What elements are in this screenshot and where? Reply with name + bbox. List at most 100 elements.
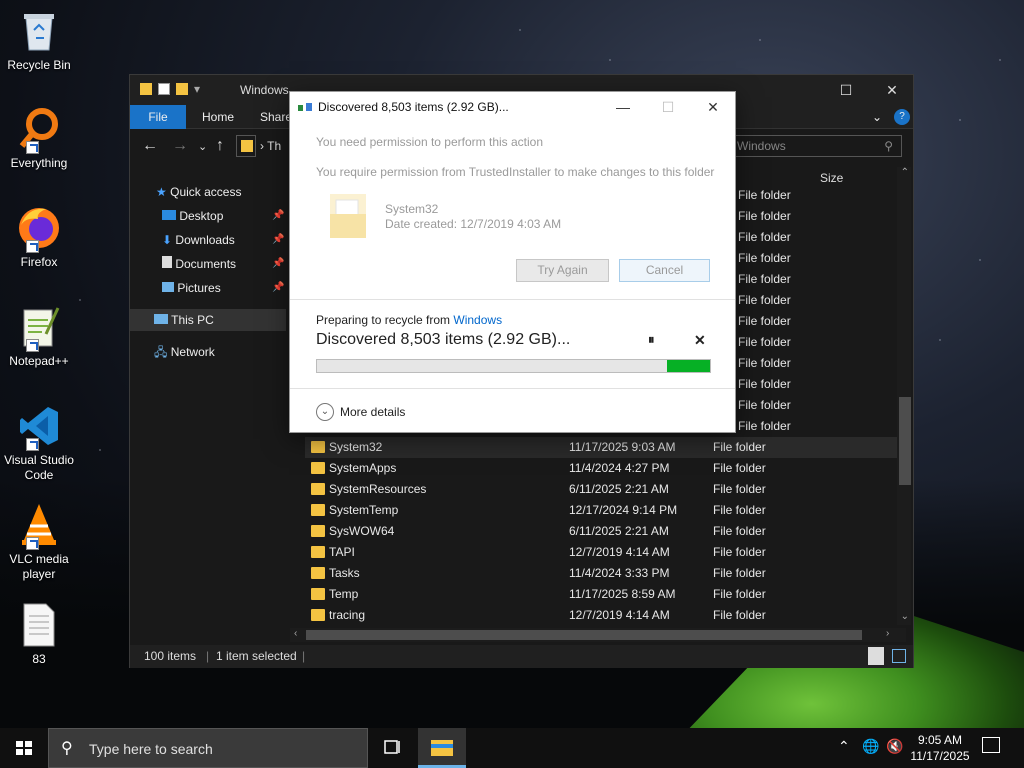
folder-icon (328, 190, 368, 242)
table-row[interactable]: SysWOW64 6/11/2025 2:21 AM File folder (305, 521, 900, 542)
forward-arrow-icon[interactable]: → (172, 137, 188, 155)
desktop-icon-everything[interactable]: Everything (0, 106, 78, 171)
document-icon (162, 256, 172, 268)
dialog-minimize-button[interactable]: — (600, 92, 646, 122)
network-status-icon[interactable]: 🌐 (862, 738, 879, 755)
desktop-icon-text-file[interactable]: 83 (0, 602, 78, 667)
scroll-down-icon[interactable]: ⌄ (901, 611, 909, 622)
everything-search-icon (16, 106, 62, 154)
address-bar[interactable] (236, 135, 256, 157)
try-again-button[interactable]: Try Again (516, 259, 609, 282)
details-view-icon[interactable] (868, 647, 884, 665)
properties-icon[interactable] (158, 83, 170, 95)
status-bar: 100 items | 1 item selected | (130, 645, 913, 668)
table-row[interactable]: tracing 12/7/2019 4:14 AM File folder (305, 605, 900, 626)
desktop-icon-notepad-plus-plus[interactable]: Notepad++ (0, 304, 78, 369)
table-row[interactable]: SystemTemp 12/17/2024 9:14 PM File folder (305, 500, 900, 521)
notepad-plus-plus-icon (16, 304, 62, 352)
search-input[interactable]: h Windows ⚲ (720, 135, 902, 157)
sidebar-item-network[interactable]: 🖧 Network (154, 341, 215, 363)
row-type: File folder (738, 356, 791, 370)
large-icons-view-icon[interactable] (892, 649, 906, 663)
recycle-operation-icon (298, 102, 312, 112)
vertical-scroll-thumb[interactable] (899, 397, 911, 485)
explorer-maximize-button[interactable]: ☐ (823, 75, 869, 105)
customize-toolbar-icon[interactable]: ▾ (194, 82, 200, 96)
desktop-icon-recycle-bin[interactable]: Recycle Bin (0, 8, 78, 73)
sidebar-item-pictures[interactable]: Pictures 📌 (162, 277, 284, 299)
address-breadcrumb[interactable]: › Th (260, 139, 281, 153)
shortcut-arrow-icon (26, 240, 39, 253)
dialog-title: Discovered 8,503 items (2.92 GB)... (318, 100, 509, 114)
explorer-close-button[interactable]: ✕ (869, 75, 915, 105)
volume-muted-icon[interactable]: 🔇 (886, 738, 903, 755)
table-row[interactable]: SystemResources 6/11/2025 2:21 AM File fol… (305, 479, 900, 500)
ribbon-expand-icon[interactable]: ⌄ (872, 105, 882, 129)
scroll-left-icon[interactable]: ‹ (294, 628, 297, 639)
table-row[interactable]: System32 11/17/2025 9:03 AM File folder (305, 437, 900, 458)
stop-icon[interactable]: ✕ (694, 332, 706, 349)
scroll-right-icon[interactable]: › (886, 628, 889, 639)
back-arrow-icon[interactable]: ← (142, 137, 158, 155)
desktop-icon-label: 83 (32, 652, 46, 666)
dialog-close-button[interactable]: ✕ (690, 92, 736, 122)
table-row[interactable]: TAPI 12/7/2019 4:14 AM File folder (305, 542, 900, 563)
help-icon[interactable]: ? (894, 109, 910, 125)
sidebar-item-this-pc[interactable]: This PC (130, 309, 286, 331)
pictures-icon (162, 282, 174, 292)
file-operation-dialog: Discovered 8,503 items (2.92 GB)... — ☐ … (289, 91, 736, 433)
vlc-icon (16, 502, 62, 550)
cancel-button[interactable]: Cancel (619, 259, 710, 282)
task-view-button[interactable] (368, 728, 416, 768)
recent-locations-icon[interactable]: ⌄ (198, 140, 207, 153)
new-folder-icon[interactable] (176, 83, 188, 95)
notification-center-icon[interactable] (982, 737, 1000, 753)
network-icon: 🖧 (154, 345, 168, 359)
column-header-size[interactable]: Size (820, 171, 843, 185)
progress-bar (316, 359, 711, 373)
pause-icon[interactable]: ⏸ (648, 332, 655, 348)
up-arrow-icon[interactable]: ↑ (216, 137, 224, 155)
desktop-icon-label: Notepad++ (9, 354, 69, 368)
more-details-button[interactable]: More details (340, 405, 405, 419)
desktop-icon-firefox[interactable]: Firefox (0, 205, 78, 270)
tab-file[interactable]: File (130, 105, 186, 129)
row-type: File folder (738, 419, 791, 433)
status-divider: | (302, 649, 306, 663)
file-list: System32 11/17/2025 9:03 AM File folder Sy… (305, 437, 900, 626)
row-type: File folder (738, 293, 791, 307)
folder-icon (311, 567, 325, 579)
desktop-icon-label: Everything (10, 156, 68, 170)
scroll-up-icon[interactable]: ⌃ (901, 167, 909, 178)
computer-icon (154, 314, 168, 324)
sidebar-item-downloads[interactable]: ⬇ Downloads 📌 (162, 229, 284, 251)
taskbar-file-explorer[interactable] (418, 728, 466, 768)
clock-time: 9:05 AM (917, 733, 963, 747)
sidebar-item-desktop[interactable]: Desktop 📌 (162, 205, 284, 227)
desktop-icon-vlc[interactable]: VLC media player (0, 502, 78, 582)
tab-home[interactable]: Home (188, 105, 248, 129)
vertical-scrollbar[interactable] (897, 167, 911, 625)
system-clock[interactable]: 9:05 AM 11/17/2025 (905, 732, 975, 764)
sidebar-item-quick-access[interactable]: ★ Quick access (156, 181, 241, 203)
desktop-icon-vscode[interactable]: Visual Studio Code (0, 403, 78, 483)
chevron-down-icon[interactable]: ⌄ (316, 403, 334, 421)
row-type: File folder (738, 398, 791, 412)
sidebar-item-documents[interactable]: Documents 📌 (162, 253, 284, 275)
table-row[interactable]: Tasks 11/4/2024 3:33 PM File folder (305, 563, 900, 584)
folder-icon (311, 546, 325, 558)
table-row[interactable]: Temp 11/17/2025 8:59 AM File folder (305, 584, 900, 605)
preparing-label: Preparing to recycle from Windows (316, 313, 503, 327)
row-type: File folder (738, 230, 791, 244)
permission-heading: You need permission to perform this acti… (316, 135, 544, 149)
start-button[interactable] (0, 728, 48, 768)
desktop-icon-label: Recycle Bin (7, 58, 71, 72)
chevron-up-icon[interactable]: ⌃ (838, 738, 850, 755)
text-file-icon (16, 602, 62, 648)
source-folder-link[interactable]: Windows (453, 313, 502, 327)
permission-detail: You require permission from TrustedInsta… (316, 165, 715, 179)
progress-status-text: Discovered 8,503 items (2.92 GB)... (316, 331, 571, 348)
table-row[interactable]: SystemApps 11/4/2024 4:27 PM File folder (305, 458, 900, 479)
taskbar-search-box[interactable]: ⚲ Type here to search (48, 728, 368, 768)
horizontal-scroll-thumb[interactable] (306, 630, 862, 640)
